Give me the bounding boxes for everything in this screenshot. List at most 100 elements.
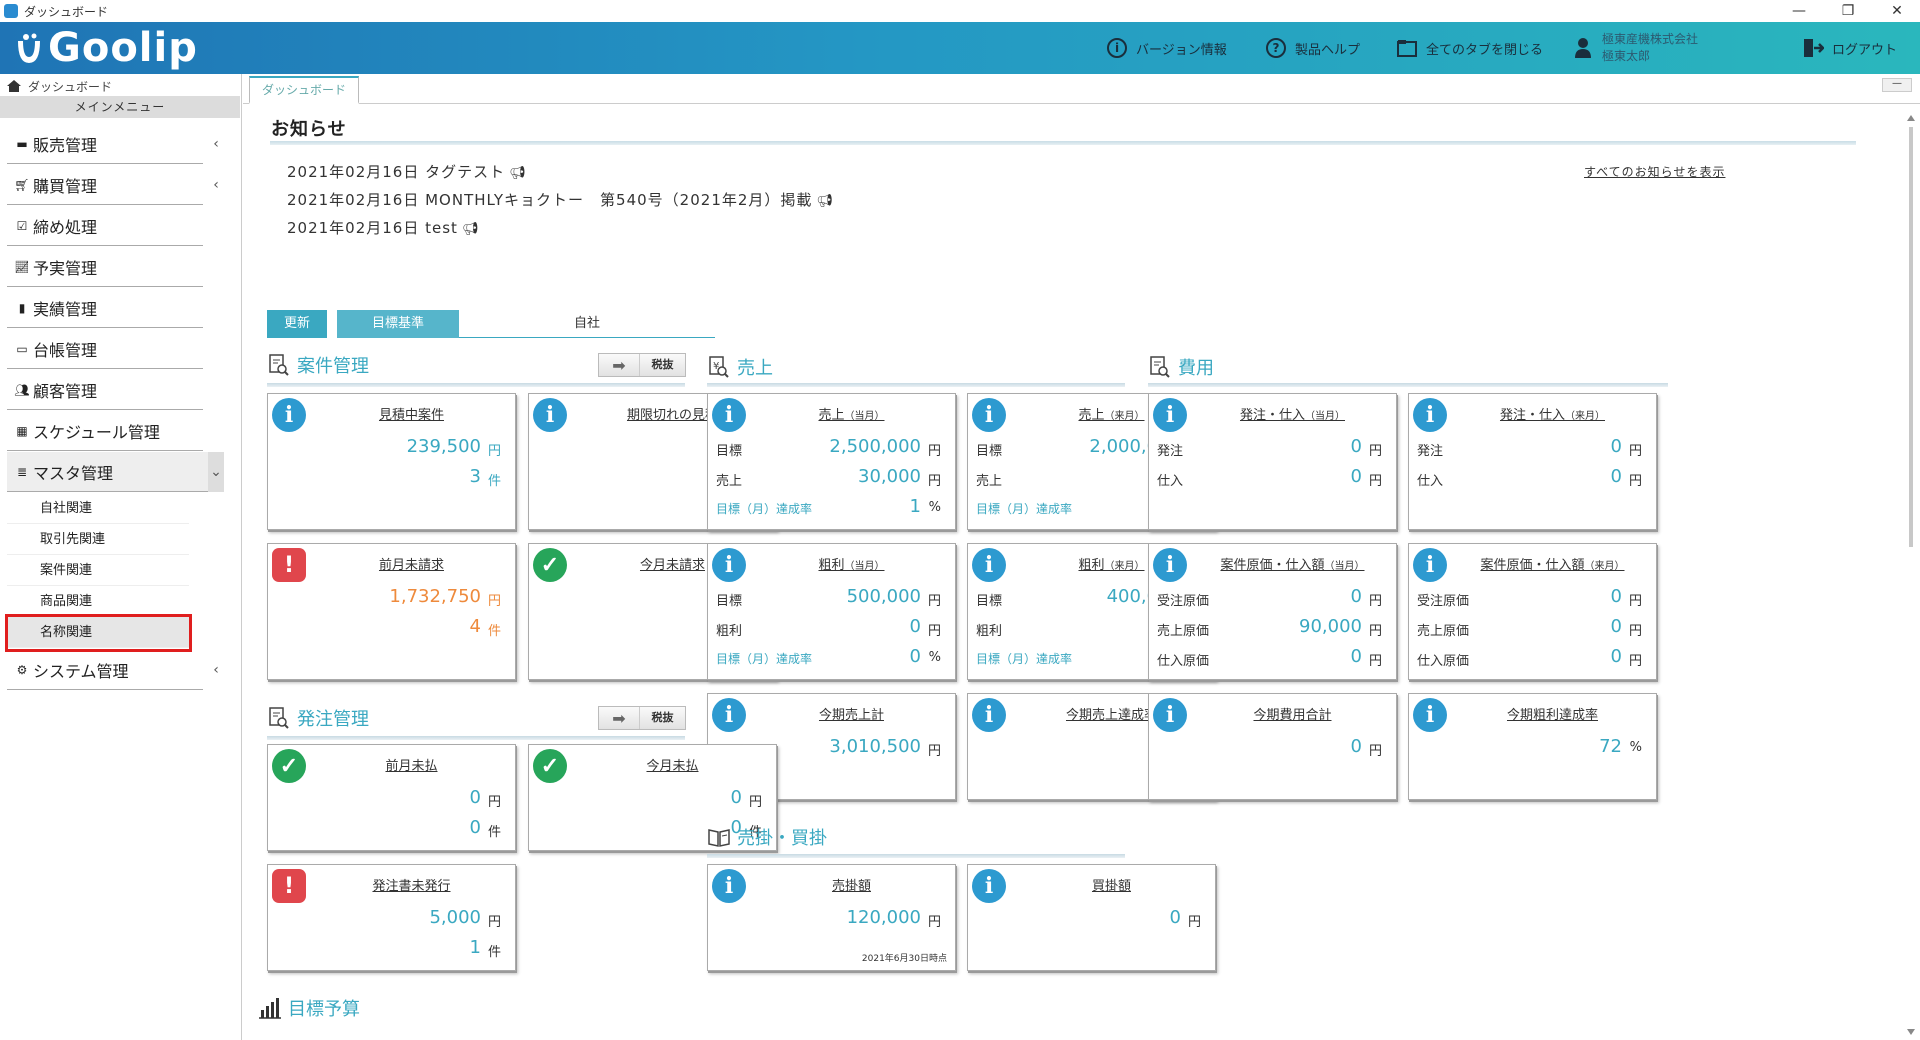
orders-section-header: 発注管理 xyxy=(267,703,369,733)
card-title[interactable]: 粗利（当月） xyxy=(748,554,955,573)
megaphone-icon: 📢︎ xyxy=(816,194,834,209)
card-title[interactable]: 売上（当月） xyxy=(748,404,955,423)
version-info-button[interactable]: i バージョン情報 xyxy=(1106,36,1227,60)
tab-minimize-button[interactable]: — xyxy=(1882,78,1912,92)
sidebar-subitem-cases[interactable]: 案件関連 xyxy=(7,555,189,586)
case-cost-this-month-card[interactable]: i 案件原価・仕入額（当月） 受注原価 0 円 売上原価 90,000 円 仕入原価 0 円 xyxy=(1148,543,1397,680)
document-search-icon xyxy=(267,706,291,730)
section-underline xyxy=(267,736,685,740)
megaphone-icon: 📢︎ xyxy=(461,222,480,237)
sidebar-item-purchasing[interactable]: 🛒︎ 購買管理 xyxy=(7,165,203,205)
news-title: お知らせ xyxy=(271,119,347,140)
info-icon: i xyxy=(972,548,1006,582)
chevron-left-icon[interactable]: ‹ xyxy=(208,165,224,205)
purchase-this-month-card[interactable]: i 発注・仕入（当月） 発注 0 円 仕入 0 円 xyxy=(1148,393,1397,530)
user-info: 極東産機株式会社 極東太郎 xyxy=(1572,28,1698,68)
po-unissued-card[interactable]: ! 発注書未発行 5,000 円 1件 xyxy=(267,864,516,971)
orders-tax-toggle[interactable]: ➡ 税抜 xyxy=(598,706,686,730)
tab-dashboard[interactable]: ダッシュボード xyxy=(249,76,360,104)
info-icon: i xyxy=(972,398,1006,432)
check-icon: ✓ xyxy=(533,749,567,783)
sidebar-item-closing[interactable]: ☑ 締め処理 xyxy=(7,206,203,246)
info-icon: i xyxy=(712,698,746,732)
sidebar-item-ledger[interactable]: ▭ 台帳管理 xyxy=(7,329,203,369)
info-icon: i xyxy=(972,698,1006,732)
goolip-logo[interactable]: Goolip xyxy=(14,25,198,71)
card-title[interactable]: 今期費用合計 xyxy=(1189,704,1396,723)
sales-cost-row: 売上原価 90,000 円 xyxy=(1157,616,1382,639)
chevron-down-icon[interactable]: ⌄ xyxy=(208,452,224,492)
order-cost-row: 受注原価 0 円 xyxy=(1417,586,1642,609)
rate-row: 目標（月）達成率0% xyxy=(716,646,941,667)
minimize-window-button[interactable]: — xyxy=(1776,0,1822,22)
close-all-tabs-button[interactable]: 全てのタブを閉じる xyxy=(1396,36,1543,60)
chevron-left-icon[interactable]: ‹ xyxy=(208,650,224,690)
card-title[interactable]: 前月未払 xyxy=(308,755,515,774)
news-item[interactable]: 2021年02月16日 test 📢︎ xyxy=(287,217,479,238)
window-titlebar: ダッシュボード — ❐ ✕ xyxy=(0,0,1920,22)
logout-button[interactable]: ログアウト xyxy=(1802,36,1897,60)
card-title[interactable]: 前月未請求 xyxy=(308,554,515,573)
card-title[interactable]: 発注書未発行 xyxy=(308,875,515,894)
card-title[interactable]: 今期売上計 xyxy=(748,704,955,723)
card-title[interactable]: 案件原価・仕入額（来月） xyxy=(1449,554,1656,573)
quote-pending-card[interactable]: i 見積中案件 239,500 円 3件 xyxy=(267,393,516,530)
receivable-card[interactable]: i 売掛額 120,000 円 2021年6月30日時点 xyxy=(707,864,956,971)
case-cost-next-month-card[interactable]: i 案件原価・仕入額（来月） 受注原価 0 円 売上原価 0 円 仕入原価 0 円 xyxy=(1408,543,1657,680)
show-all-news-link[interactable]: すべてのお知らせを表示 xyxy=(1584,163,1725,180)
news-item[interactable]: 2021年02月16日 MONTHLYキョクトー 第540号（2021年2月）掲… xyxy=(287,189,834,210)
own-company-filter[interactable]: 自社 xyxy=(459,310,715,338)
logo-text: Goolip xyxy=(48,25,198,71)
unbilled-last-month-card[interactable]: ! 前月未請求 1,732,750 円 4件 xyxy=(267,543,516,680)
close-window-button[interactable]: ✕ xyxy=(1874,0,1920,22)
sidebar-item-schedule[interactable]: ▦ スケジュール管理 xyxy=(7,411,203,451)
sidebar-item-results[interactable]: ▮ 実績管理 xyxy=(7,288,203,328)
card-title[interactable]: 見積中案件 xyxy=(308,404,515,423)
info-icon: i xyxy=(1153,398,1187,432)
main-scrollbar[interactable] xyxy=(1906,115,1916,1035)
card-title[interactable]: 今期粗利達成率 xyxy=(1449,704,1656,723)
sidebar-subitem-products[interactable]: 商品関連 xyxy=(7,586,189,617)
card-title[interactable]: 買掛額 xyxy=(1008,875,1215,894)
card-title[interactable]: 発注・仕入（来月） xyxy=(1449,404,1656,423)
period-gross-rate-card[interactable]: i 今期粗利達成率 72% xyxy=(1408,693,1657,800)
purchase-row: 仕入 0 円 xyxy=(1417,466,1642,489)
purchase-row: 仕入 0 円 xyxy=(1157,466,1382,489)
product-help-button[interactable]: ? 製品ヘルプ xyxy=(1265,36,1360,60)
sidebar-item-customers[interactable]: 👥︎ 顧客管理 xyxy=(7,370,203,410)
sidebar-item-budget-actual[interactable]: 📈︎ 予実管理 xyxy=(7,247,203,287)
purchase-next-month-card[interactable]: i 発注・仕入（来月） 発注 0 円 仕入 0 円 xyxy=(1408,393,1657,530)
arrow-right-icon: ➡ xyxy=(612,708,626,728)
sidebar: ダッシュボード メインメニュー ▬ 販売管理 ‹ 🛒︎ 購買管理 ‹ ☑ 締め処… xyxy=(0,74,242,1040)
news-item[interactable]: 2021年02月16日 タグテスト 📢︎ xyxy=(287,161,527,182)
card-title[interactable]: 売掛額 xyxy=(748,875,955,894)
company-name: 極東産機株式会社 xyxy=(1602,32,1699,46)
card-title[interactable]: 今月未払 xyxy=(569,755,776,774)
sidebar-subitem-partners[interactable]: 取引先関連 xyxy=(7,524,189,555)
calendar-icon: ▦ xyxy=(16,423,28,438)
sales-this-month-card[interactable]: i 売上（当月） 目標 2,500,000 円 売上 30,000 円 目標（月）達成率… xyxy=(707,393,956,530)
restore-window-button[interactable]: ❐ xyxy=(1825,0,1871,22)
update-button[interactable]: 更新 xyxy=(267,310,327,338)
period-cost-total-card[interactable]: i 今期費用合計 0円 xyxy=(1148,693,1397,800)
sidebar-item-sales[interactable]: ▬ 販売管理 xyxy=(7,124,203,164)
unpaid-last-month-card[interactable]: ✓ 前月未払 0円 0件 xyxy=(267,744,516,851)
card-title[interactable]: 発注・仕入（当月） xyxy=(1189,404,1396,423)
amount-row: 239,500 円 xyxy=(406,436,501,459)
user-name: 極東太郎 xyxy=(1602,49,1651,63)
section-underline xyxy=(267,383,685,387)
sidebar-item-master[interactable]: ≣ マスタ管理 xyxy=(7,452,221,492)
sidebar-dashboard-link[interactable]: ダッシュボード xyxy=(6,78,112,94)
sidebar-subitem-own-company[interactable]: 自社関連 xyxy=(7,493,189,524)
main-content: お知らせ 2021年02月16日 タグテスト 📢︎ 2021年02月16日 MON… xyxy=(243,105,1920,1040)
card-title[interactable]: 案件原価・仕入額（当月） xyxy=(1189,554,1396,573)
gross-this-month-card[interactable]: i 粗利（当月） 目標 500,000 円 粗利 0 円 目標（月）達成率 0% xyxy=(707,543,956,680)
sidebar-item-system[interactable]: ⚙ システム管理 xyxy=(7,650,203,690)
app-header: Goolip i バージョン情報 ? 製品ヘルプ 全てのタブを閉じる 極東産機株… xyxy=(0,22,1920,74)
target-basis-tab[interactable]: 目標基準 xyxy=(337,310,459,338)
count-row: 4件 xyxy=(469,616,501,639)
chevron-left-icon[interactable]: ‹ xyxy=(208,124,224,164)
payable-card[interactable]: i 買掛額 0円 xyxy=(967,864,1216,971)
cases-tax-toggle[interactable]: ➡ 税抜 xyxy=(598,353,686,377)
cart-icon: 🛒︎ xyxy=(14,177,30,192)
